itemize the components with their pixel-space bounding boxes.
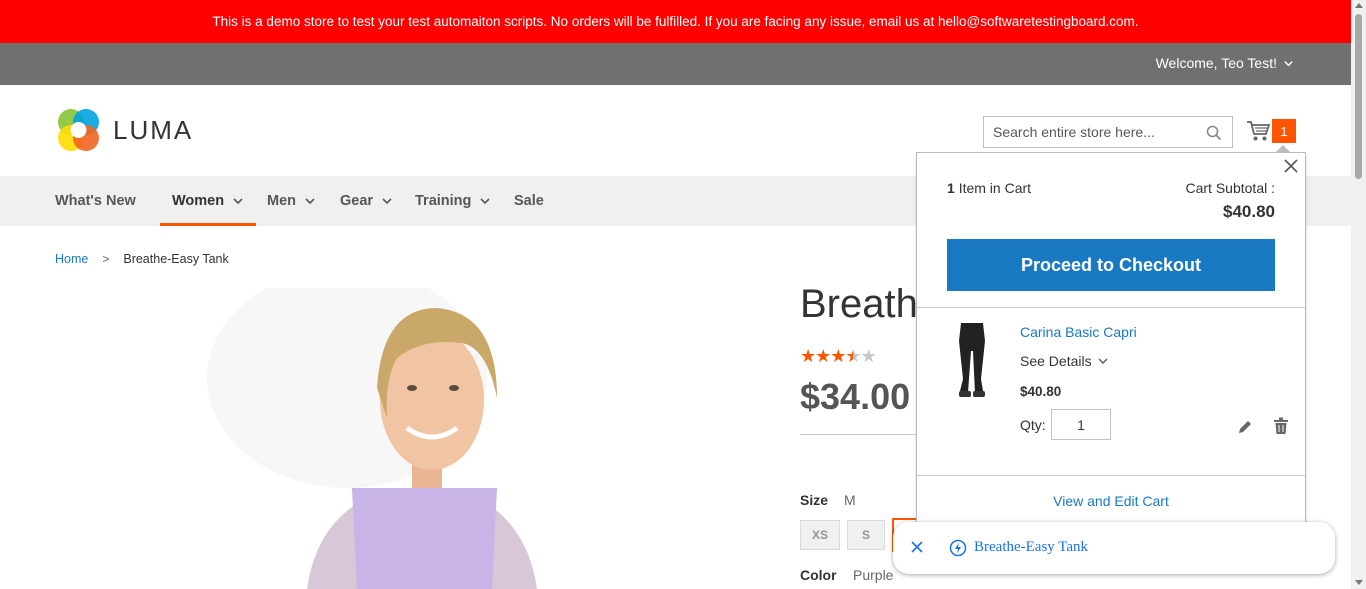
edit-pencil-icon[interactable] bbox=[1237, 419, 1253, 435]
chevron-down-icon bbox=[1284, 60, 1293, 66]
nav-item-label: What's New bbox=[55, 193, 136, 209]
lightning-circle-icon bbox=[949, 539, 967, 557]
subtotal-label: Cart Subtotal : bbox=[1185, 180, 1276, 196]
nav-item-label: Training bbox=[415, 193, 472, 209]
nav-item-label: Gear bbox=[340, 193, 374, 209]
chevron-down-icon bbox=[1098, 358, 1108, 364]
cart-icon[interactable] bbox=[1246, 120, 1270, 142]
search-icon[interactable] bbox=[1206, 125, 1222, 141]
product-image[interactable] bbox=[207, 288, 587, 589]
breadcrumb: Home > Breathe-Easy Tank bbox=[55, 252, 229, 266]
nav-item-label: Women bbox=[172, 193, 225, 209]
chevron-down-icon bbox=[480, 198, 490, 205]
luma-logo-icon bbox=[58, 109, 99, 151]
nav-item-gear[interactable]: Gear bbox=[340, 176, 393, 226]
cart-count-badge[interactable]: 1 bbox=[1272, 119, 1296, 143]
breadcrumb-home-link[interactable]: Home bbox=[55, 252, 88, 266]
search-box bbox=[983, 116, 1233, 148]
items-count-label: Item in Cart bbox=[958, 180, 1032, 196]
nav-item-men[interactable]: Men bbox=[267, 176, 316, 226]
search-input[interactable] bbox=[993, 124, 1203, 140]
rating-stars[interactable]: ★★★★★ bbox=[800, 346, 877, 367]
see-details-toggle[interactable]: See Details bbox=[1020, 353, 1109, 369]
nav-item-training[interactable]: Training bbox=[415, 176, 491, 226]
subtotal-value: $40.80 bbox=[1223, 202, 1275, 221]
welcome-text: Welcome, Teo Test! bbox=[1155, 55, 1277, 71]
star-icon: ★ bbox=[815, 346, 831, 366]
close-icon[interactable] bbox=[910, 540, 924, 554]
star-empty-icon: ★ bbox=[860, 346, 877, 366]
customer-menu-toggle[interactable]: Welcome, Teo Test! bbox=[1156, 55, 1294, 71]
cart-item-thumbnail[interactable] bbox=[947, 321, 997, 401]
nav-item-sale[interactable]: Sale bbox=[514, 176, 544, 226]
chevron-down-icon bbox=[233, 198, 243, 205]
see-details-label: See Details bbox=[1020, 353, 1092, 369]
items-count-number: 1 bbox=[947, 180, 955, 196]
star-icon: ★ bbox=[800, 346, 816, 366]
chevron-down-icon bbox=[305, 198, 315, 205]
star-half-icon: ★ bbox=[845, 346, 861, 366]
qty-label: Qty: bbox=[1020, 417, 1046, 433]
demo-store-banner: This is a demo store to test your test a… bbox=[0, 0, 1351, 43]
color-label: Color bbox=[800, 567, 837, 583]
star-icon: ★ bbox=[830, 346, 846, 366]
banner-text: This is a demo store to test your test a… bbox=[212, 14, 1139, 29]
logo-text: LUMA bbox=[113, 114, 194, 145]
tab-suggestion-toast: Breathe-Easy Tank bbox=[893, 522, 1335, 574]
breadcrumb-current: Breathe-Easy Tank bbox=[123, 252, 229, 266]
nav-item-whats-new[interactable]: What's New bbox=[55, 176, 136, 226]
page-scrollbar[interactable] bbox=[1351, 0, 1366, 589]
size-label: Size bbox=[800, 492, 829, 508]
logo-link[interactable]: LUMA bbox=[55, 107, 193, 153]
cart-item-price: $40.80 bbox=[1020, 384, 1062, 399]
chevron-down-icon bbox=[382, 198, 392, 205]
nav-item-women[interactable]: Women bbox=[159, 176, 257, 226]
trash-icon[interactable] bbox=[1273, 417, 1289, 435]
scroll-up-arrow-icon[interactable] bbox=[1355, 3, 1363, 8]
proceed-to-checkout-button[interactable]: Proceed to Checkout bbox=[947, 239, 1275, 291]
view-and-edit-cart-link[interactable]: View and Edit Cart bbox=[917, 493, 1305, 509]
top-bar: Welcome, Teo Test! bbox=[0, 43, 1351, 85]
minicart-dropdown: 1 Item in Cart Cart Subtotal : $40.80 Pr… bbox=[916, 152, 1306, 532]
size-swatch-xs[interactable]: XS bbox=[800, 520, 840, 550]
toast-link-text[interactable]: Breathe-Easy Tank bbox=[974, 539, 1088, 556]
breadcrumb-separator: > bbox=[102, 252, 110, 266]
product-price: $34.00 bbox=[800, 376, 911, 417]
color-selected-value: Purple bbox=[853, 567, 894, 583]
divider bbox=[800, 434, 920, 435]
scrollbar-thumb[interactable] bbox=[1355, 14, 1362, 179]
nav-item-label: Sale bbox=[514, 193, 544, 209]
scroll-down-arrow-icon[interactable] bbox=[1355, 580, 1363, 585]
minicart-items-count: 1 Item in Cart bbox=[947, 180, 1031, 196]
size-selected-value: M bbox=[844, 492, 856, 508]
product-photo-model bbox=[207, 288, 537, 589]
cart-item-name-link[interactable]: Carina Basic Capri bbox=[1020, 324, 1137, 340]
divider bbox=[917, 307, 1305, 308]
qty-input[interactable] bbox=[1051, 409, 1111, 440]
divider bbox=[917, 475, 1305, 476]
nav-item-label: Men bbox=[267, 193, 296, 209]
minicart-pointer bbox=[1276, 145, 1290, 152]
close-icon[interactable] bbox=[1282, 157, 1300, 175]
size-swatch-s[interactable]: S bbox=[847, 520, 885, 550]
